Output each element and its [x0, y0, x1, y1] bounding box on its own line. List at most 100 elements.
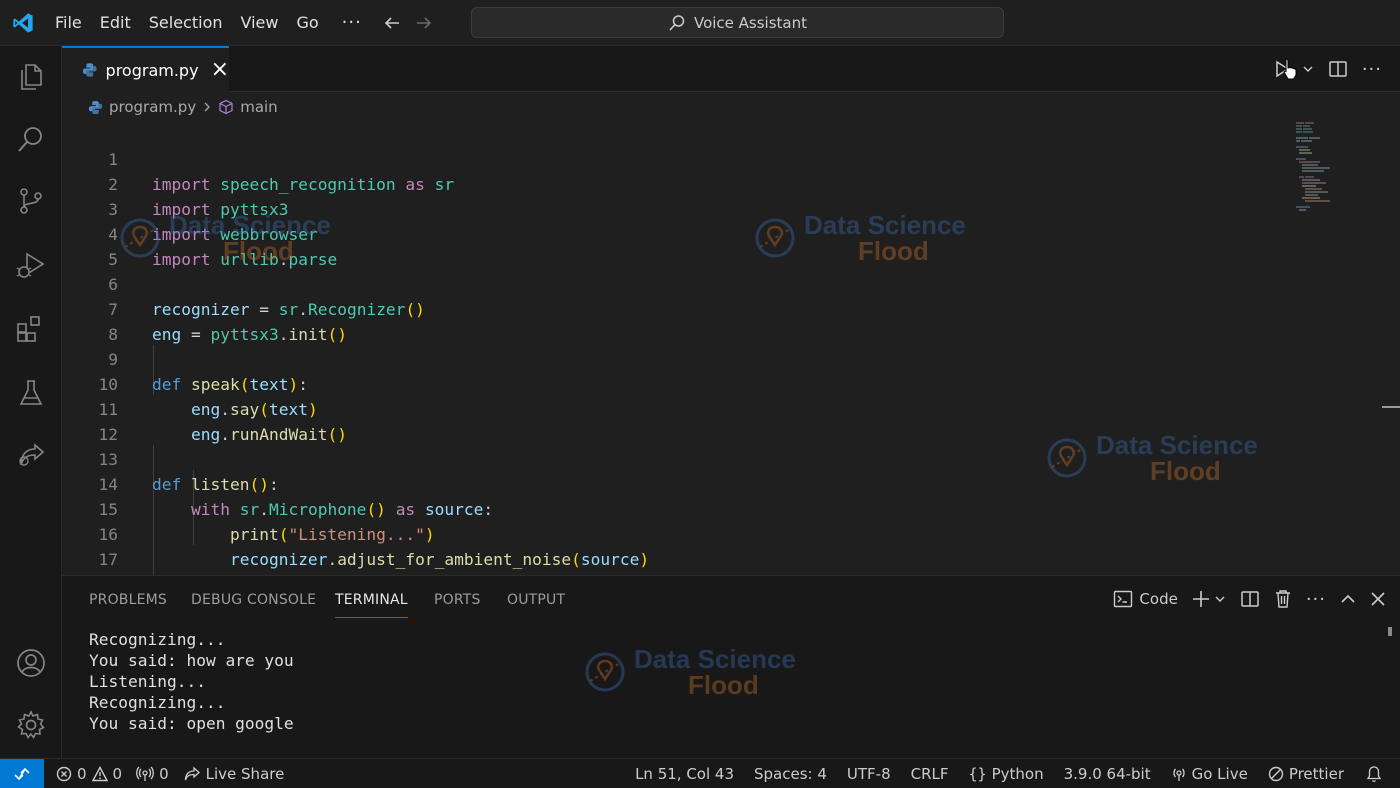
chevron-down-icon	[1215, 596, 1225, 602]
terminal-line: You said: open google	[89, 714, 294, 733]
back-arrow-icon[interactable]	[376, 0, 408, 46]
live-share-icon[interactable]	[0, 424, 62, 486]
explorer-icon[interactable]	[0, 46, 62, 108]
split-terminal-icon[interactable]	[1240, 589, 1260, 609]
tab-ports[interactable]: PORTS	[434, 576, 481, 622]
command-center-search[interactable]: Voice Assistant	[471, 7, 1004, 38]
live-share-status[interactable]: Live Share	[176, 759, 292, 788]
tab-program-py[interactable]: program.py ×	[62, 46, 229, 92]
language-label: Python	[991, 765, 1044, 783]
code-line: 8	[62, 297, 1292, 344]
breadcrumb-symbol[interactable]: main	[240, 98, 277, 116]
maximize-panel-chevron-up-icon[interactable]	[1340, 591, 1356, 607]
tab-terminal[interactable]: TERMINAL	[335, 576, 408, 618]
source-control-icon[interactable]	[0, 170, 62, 232]
code-line: 4 import urllib.parse	[62, 197, 1292, 269]
terminal-line: Listening...	[89, 672, 206, 691]
ports-count: 0	[159, 764, 169, 783]
more-actions-icon[interactable]: ···	[1362, 59, 1382, 80]
menu-edit[interactable]: Edit	[91, 0, 140, 46]
code-line: 3 import webbrowser	[62, 172, 1292, 244]
broadcast-icon	[1172, 768, 1185, 781]
code-line: 5	[62, 222, 1292, 269]
warning-icon	[91, 765, 108, 781]
minimap[interactable]	[1290, 120, 1360, 215]
prettier-status[interactable]: Prettier	[1258, 759, 1354, 788]
editor-actions: ···	[1272, 46, 1382, 92]
run-python-button[interactable]	[1272, 57, 1314, 81]
terminal-scrollbar[interactable]	[1388, 627, 1392, 636]
menu-go[interactable]: Go	[287, 0, 327, 46]
tab-problems[interactable]: PROBLEMS	[89, 576, 167, 622]
terminal-name: Code	[1139, 590, 1178, 608]
symbol-cube-icon	[219, 99, 233, 115]
forward-arrow-icon[interactable]	[408, 0, 440, 46]
ports-status[interactable]: 0	[129, 759, 176, 788]
code-line: 17 audio = recognizer.listen(source)	[62, 522, 1292, 569]
prettier-label: Prettier	[1288, 765, 1344, 783]
error-count: 0	[77, 764, 87, 783]
python-file-icon	[82, 63, 97, 77]
code-line: 14 with sr.Microphone() as source:	[62, 447, 1292, 519]
account-icon[interactable]	[0, 632, 62, 694]
code-line: 11 eng.runAndWait()	[62, 372, 1292, 444]
indentation[interactable]: Spaces: 4	[744, 759, 837, 788]
menu-file[interactable]: File	[46, 0, 91, 46]
watermark-line1: Data Science	[634, 644, 796, 674]
prettier-disabled-icon	[1268, 766, 1284, 782]
language-mode[interactable]: {} Python	[959, 759, 1054, 788]
cursor-position[interactable]: Ln 51, Col 43	[625, 759, 744, 788]
run-debug-icon[interactable]	[0, 234, 62, 296]
pointer-cursor-icon	[1283, 58, 1297, 80]
menu-view[interactable]: View	[232, 0, 288, 46]
code-line: 9 def speak(text):	[62, 322, 1292, 394]
terminal-selector[interactable]: Code	[1113, 589, 1178, 609]
notifications-bell-icon[interactable]	[1354, 759, 1400, 788]
remote-window-button[interactable]	[0, 758, 44, 788]
status-bar-right: Ln 51, Col 43 Spaces: 4 UTF-8 CRLF {} Py…	[625, 759, 1400, 788]
watermark: Data Science Flood	[582, 646, 796, 698]
tab-debug-console[interactable]: DEBUG CONSOLE	[191, 576, 316, 622]
encoding[interactable]: UTF-8	[837, 759, 901, 788]
broadcast-icon	[136, 766, 154, 781]
code-line: 2 import pyttsx3	[62, 147, 1292, 219]
code-line: 15 print("Listening...")	[62, 472, 1292, 544]
scrollbar-position-marker[interactable]	[1382, 406, 1400, 408]
trash-icon[interactable]	[1274, 589, 1292, 609]
close-panel-icon[interactable]	[1370, 591, 1386, 607]
editor-tab-bar: program.py × ···	[62, 46, 1400, 92]
tab-close-icon[interactable]: ×	[211, 59, 229, 81]
extensions-icon[interactable]	[0, 298, 62, 360]
error-icon	[56, 766, 72, 781]
python-interpreter[interactable]: 3.9.0 64-bit	[1054, 759, 1161, 788]
code-line: 13 def listen():	[62, 422, 1292, 494]
status-bar: 0 0 0 Live Share Ln 51, Col 43 Spaces: 4…	[0, 758, 1400, 788]
go-live-label: Go Live	[1191, 765, 1248, 783]
search-sidebar-icon[interactable]	[0, 108, 62, 170]
vscode-logo-icon	[0, 0, 46, 46]
code-editor[interactable]: 1 import speech_recognition as sr 2 impo…	[62, 120, 1400, 575]
breadcrumb: program.py main	[88, 94, 278, 120]
activity-bar	[0, 46, 62, 758]
testing-flask-icon[interactable]	[0, 362, 62, 424]
breadcrumb-file[interactable]: program.py	[109, 98, 196, 116]
more-actions-icon[interactable]: ···	[1306, 589, 1326, 610]
problems-status[interactable]: 0 0	[44, 759, 129, 788]
python-file-icon	[88, 100, 103, 114]
go-live-button[interactable]: Go Live	[1161, 759, 1258, 788]
menu-more-button[interactable]: ···	[328, 12, 376, 33]
code-line: 6 recognizer = sr.Recognizer()	[62, 247, 1292, 319]
command-center-label: Voice Assistant	[693, 13, 808, 32]
settings-gear-icon[interactable]	[0, 694, 62, 756]
code-line: 12	[62, 397, 1292, 444]
split-editor-icon[interactable]	[1328, 59, 1348, 79]
code-line: 1 import speech_recognition as sr	[62, 122, 1292, 194]
tab-output[interactable]: OUTPUT	[507, 576, 565, 622]
warning-count: 0	[112, 764, 123, 783]
new-terminal-button[interactable]	[1192, 590, 1226, 608]
code-line: 16 recognizer.adjust_for_ambient_noise(s…	[62, 497, 1292, 569]
end-of-line[interactable]: CRLF	[901, 759, 959, 788]
menu-selection[interactable]: Selection	[140, 0, 232, 46]
bottom-panel: PROBLEMS DEBUG CONSOLE TERMINAL PORTS OU…	[62, 575, 1400, 758]
watermark-logo-icon	[585, 652, 625, 692]
